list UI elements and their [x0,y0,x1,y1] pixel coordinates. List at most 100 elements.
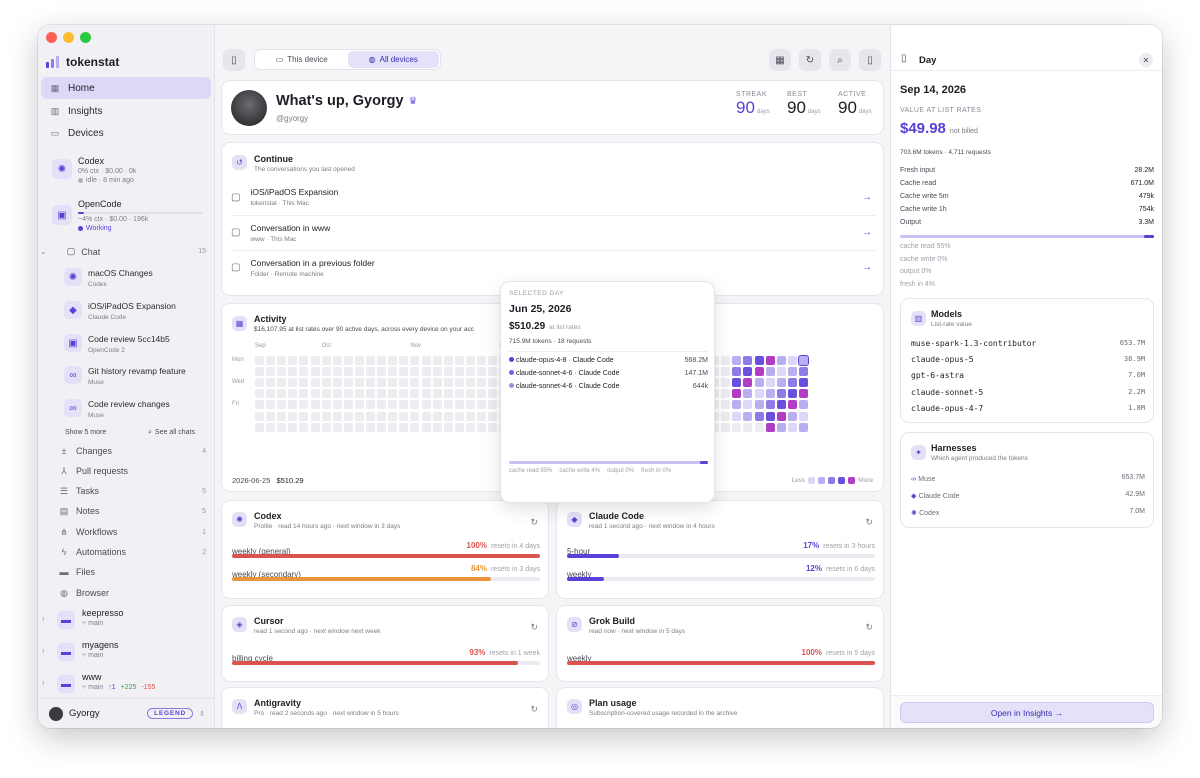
heatmap-cell[interactable] [410,378,420,388]
heatmap-cell[interactable] [421,378,431,388]
heatmap-cell[interactable] [798,389,808,399]
heatmap-cell[interactable] [366,356,375,365]
heatmap-cell[interactable] [366,378,375,388]
tab-this-device[interactable]: ▭ This device [256,51,348,68]
heatmap-cell[interactable] [477,378,486,388]
heatmap-cell[interactable] [399,367,409,377]
heatmap-cell[interactable] [343,411,353,421]
heatmap-cell[interactable] [443,367,453,377]
chat-group[interactable]: ⌄ ▢ Chat 15 [40,246,211,257]
harness-row[interactable]: ∞ Muse 653.7M [911,474,1145,483]
inspector-toggle-button[interactable]: ▯ [859,49,881,71]
heatmap-cell[interactable] [277,400,287,410]
chat-item[interactable]: ▣ Code review 5cc14b5 OpenCode 2 [64,334,212,354]
heatmap-cell[interactable] [765,367,775,377]
heatmap-cell[interactable] [255,367,264,377]
heatmap-cell[interactable] [399,422,409,432]
heatmap-cell[interactable] [388,389,398,399]
heatmap-cell[interactable] [366,367,375,377]
heatmap-cell[interactable] [388,400,398,410]
heatmap-cell[interactable] [354,356,364,365]
tree-pull-requests[interactable]: ⅄ Pull requests [58,465,211,477]
tree-workflows[interactable]: ⋔ Workflows 1 [58,526,211,538]
heatmap-cell[interactable] [776,367,786,377]
heatmap-cell[interactable] [721,389,731,399]
heatmap-cell[interactable] [299,411,309,421]
tree-changes[interactable]: ± Changes 4 [58,445,211,457]
heatmap-cell[interactable] [299,367,309,377]
heatmap-cell[interactable] [288,378,298,388]
heatmap-cell[interactable] [787,356,797,365]
heatmap-cell[interactable] [432,356,442,365]
heatmap-cell[interactable] [488,367,498,377]
heatmap-cell[interactable] [488,356,498,365]
heatmap-cell[interactable] [366,422,375,432]
heatmap-cell[interactable] [266,422,276,432]
heatmap-cell[interactable] [743,389,753,399]
heatmap-cell[interactable] [410,389,420,399]
heatmap-cell[interactable] [288,411,298,421]
heatmap-cell[interactable] [443,400,453,410]
heatmap-cell[interactable] [299,378,309,388]
close-window-button[interactable] [46,32,57,43]
heatmap-cell[interactable] [465,378,475,388]
heatmap-cell[interactable] [410,367,420,377]
see-all-chats-link[interactable]: ⌕ See all chats [148,429,195,437]
heatmap-cell[interactable] [388,367,398,377]
heatmap-cell[interactable] [354,411,364,421]
heatmap-cell[interactable] [477,422,486,432]
heatmap-cell[interactable] [743,378,753,388]
heatmap-cell[interactable] [798,378,808,388]
heatmap-cell[interactable] [454,367,464,377]
list-item[interactable]: ▢ Conversation in www www · This Mac → [231,215,876,249]
heatmap-cell[interactable] [255,411,264,421]
heatmap-cell[interactable] [432,411,442,421]
heatmap-cell[interactable] [343,422,353,432]
heatmap-cell[interactable] [477,367,486,377]
heatmap-cell[interactable] [321,356,331,365]
heatmap-cell[interactable] [410,422,420,432]
heatmap-cell[interactable] [454,389,464,399]
heatmap-cell[interactable] [454,422,464,432]
heatmap-cell[interactable] [332,367,342,377]
heatmap-cell[interactable] [754,422,764,432]
heatmap-cell[interactable] [299,389,309,399]
tree-automations[interactable]: ϟ Automations 2 [58,546,211,558]
heatmap-cell[interactable] [266,367,276,377]
heatmap-cell[interactable] [421,367,431,377]
heatmap-cell[interactable] [377,367,387,377]
heatmap-cell[interactable] [787,367,797,377]
heatmap-cell[interactable] [432,378,442,388]
heatmap-cell[interactable] [477,356,486,365]
chat-item[interactable]: ✺ macOS Changes Codex [64,268,212,288]
heatmap-cell[interactable] [798,422,808,432]
heatmap-cell[interactable] [421,356,431,365]
tab-all-devices[interactable]: ◍ All devices [347,51,439,68]
heatmap-cell[interactable] [721,400,731,410]
heatmap-cell[interactable] [310,356,320,365]
heatmap-cell[interactable] [299,356,309,365]
heatmap-cell[interactable] [454,411,464,421]
refresh-icon[interactable]: ↻ [865,622,873,633]
heatmap-cell[interactable] [343,367,353,377]
project-myagens[interactable]: › ▬ myagens ⑂ main [42,640,212,661]
close-icon[interactable]: ✕ [1139,53,1153,67]
chat-item[interactable]: ∞ Code review changes Muse [64,399,212,419]
heatmap-cell[interactable] [410,356,420,365]
chat-item[interactable]: ◆ iOS/iPadOS Expansion Claude Code [64,301,212,321]
heatmap-cell[interactable] [765,411,775,421]
heatmap-cell[interactable] [743,367,753,377]
heatmap-cell[interactable] [377,422,387,432]
heatmap-cell[interactable] [266,378,276,388]
heatmap-cell[interactable] [377,411,387,421]
heatmap-cell[interactable] [266,356,276,365]
heatmap-cell[interactable] [321,378,331,388]
refresh-icon[interactable]: ↻ [530,517,538,528]
heatmap-cell[interactable] [443,378,453,388]
project-keepresso[interactable]: › ▬ keepresso ⑂ main [42,608,212,629]
heatmap-cell[interactable] [277,356,287,365]
heatmap-cell[interactable] [765,422,775,432]
heatmap-cell[interactable] [255,378,264,388]
heatmap-cell[interactable] [388,422,398,432]
heatmap-cell[interactable] [388,378,398,388]
